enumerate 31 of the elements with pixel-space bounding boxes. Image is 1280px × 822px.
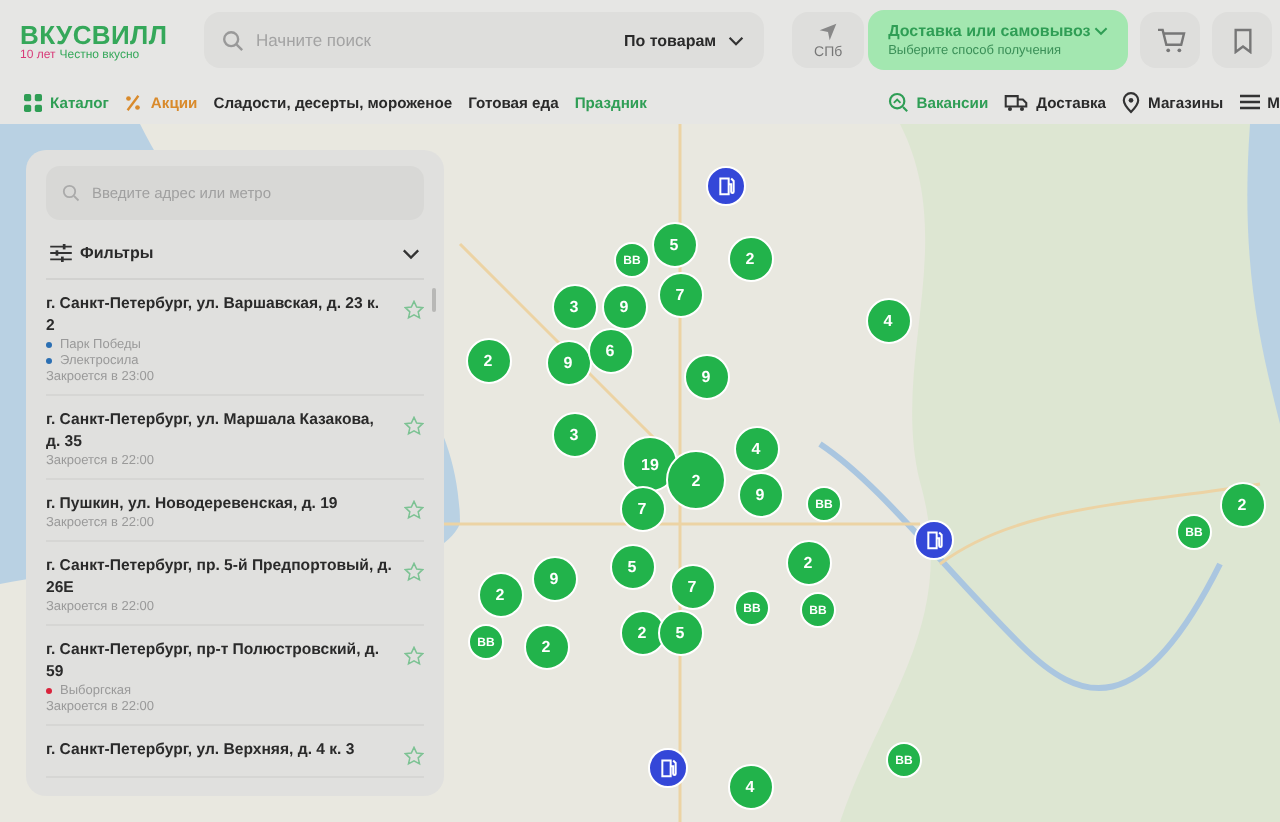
chevron-icon: [402, 247, 420, 259]
menu-icon: [1239, 94, 1260, 110]
scrollbar[interactable]: [432, 288, 436, 312]
location-pin-icon: [1122, 91, 1141, 113]
logo-wordmark[interactable]: ВКУСВИЛЛ: [20, 19, 168, 49]
fuel-pump-icon: [717, 176, 735, 196]
fuel-pump-icon: [925, 530, 943, 550]
percent-icon: [124, 93, 143, 111]
search-icon: [222, 30, 244, 52]
cart-icon: [1155, 27, 1186, 53]
magnifier-icon: [888, 92, 909, 112]
search-icon: [62, 184, 80, 202]
bookmark-icon: [1231, 27, 1254, 53]
grid-icon: [24, 93, 42, 111]
search-scope-dropdown[interactable]: По товарам: [604, 12, 765, 68]
bookmark-button[interactable]: [1212, 12, 1273, 68]
search-field[interactable]: Начните поиск: [204, 12, 604, 68]
favorite-star-icon[interactable]: [404, 500, 424, 520]
truck-icon: [1004, 93, 1029, 111]
favorite-star-icon[interactable]: [404, 746, 424, 766]
favorite-star-icon[interactable]: [404, 300, 424, 320]
cart-button[interactable]: [1140, 12, 1201, 68]
favorite-star-icon[interactable]: [404, 416, 424, 436]
chevron-down-icon: [1094, 26, 1109, 36]
sliders-icon: [50, 244, 72, 262]
favorite-star-icon[interactable]: [404, 646, 424, 666]
filters-toggle[interactable]: Фильтры: [46, 228, 424, 280]
fuel-pump-icon: [659, 758, 677, 778]
location-arrow-icon: [818, 21, 839, 41]
chevron-down-icon: [728, 35, 745, 45]
favorite-star-icon[interactable]: [404, 562, 424, 582]
